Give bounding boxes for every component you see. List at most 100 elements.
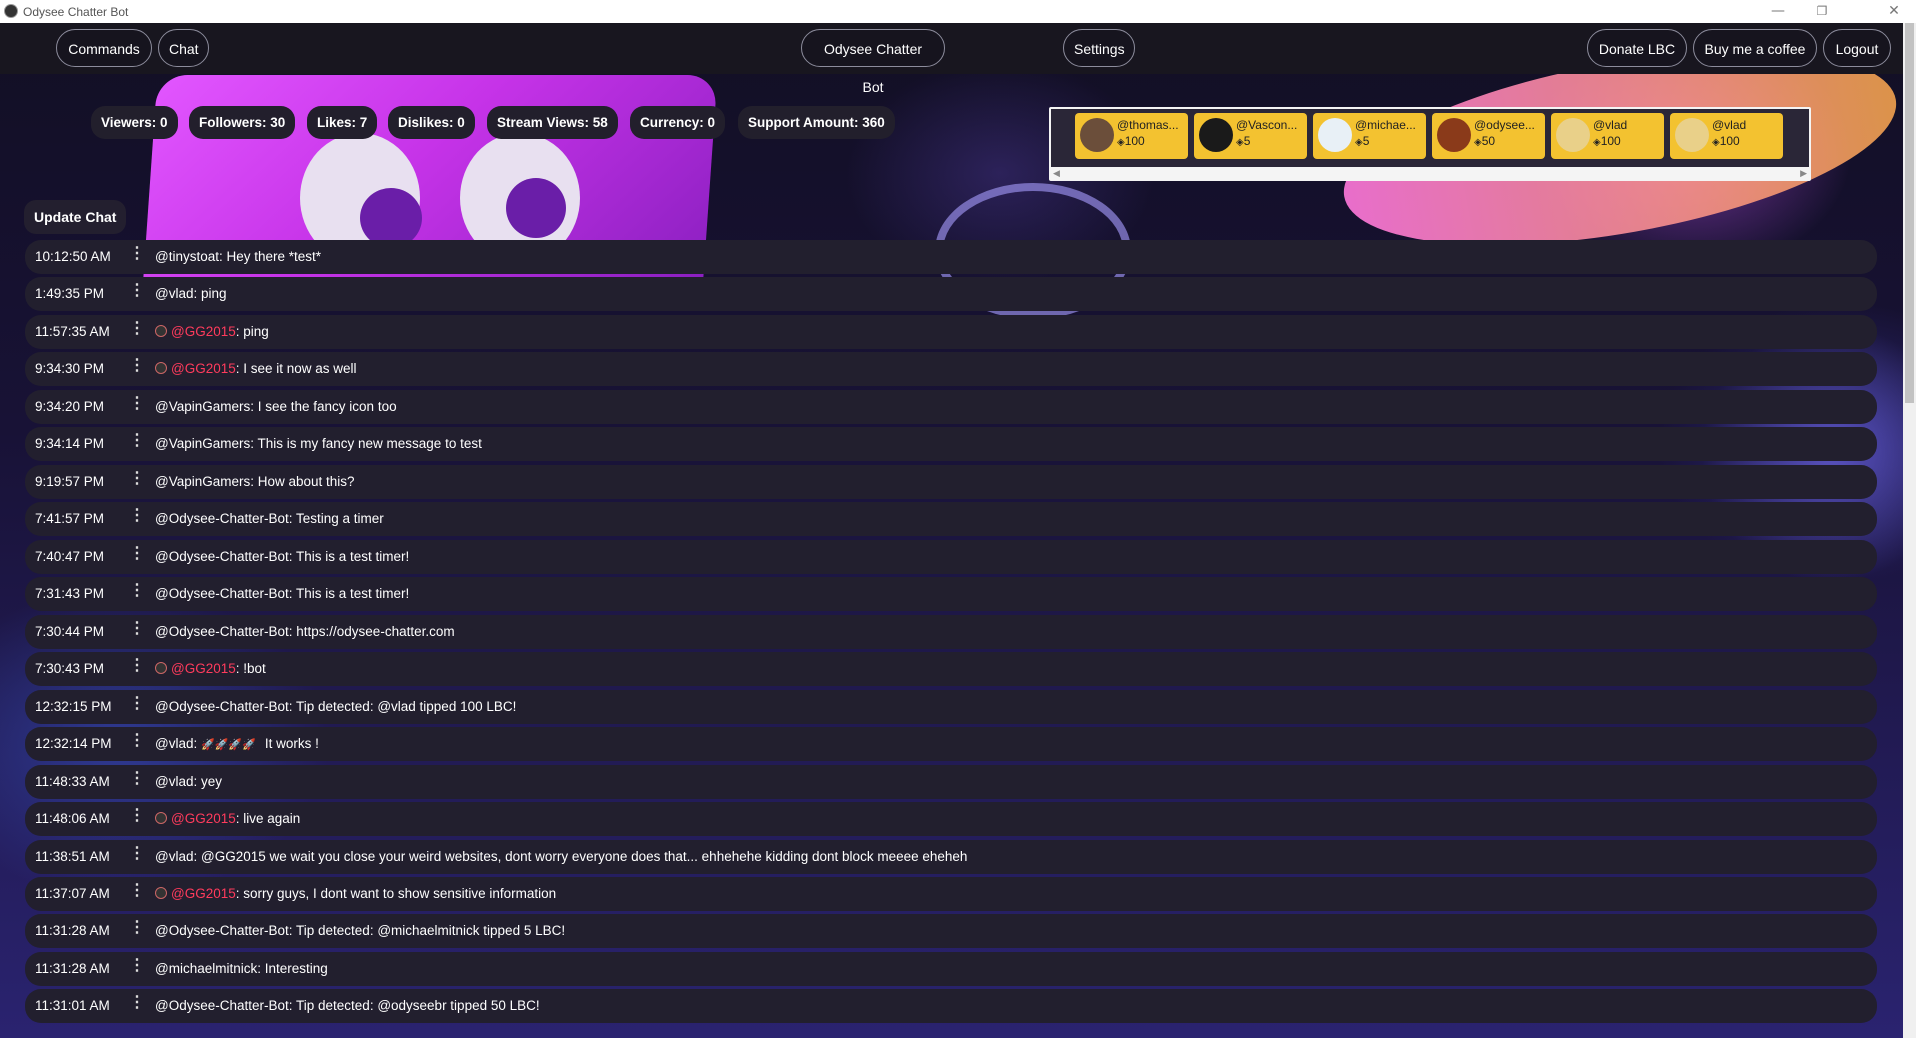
message-menu-icon[interactable]: ⋮ xyxy=(129,424,145,458)
message-menu-icon[interactable]: ⋮ xyxy=(129,612,145,646)
message-text: @vlad: ping xyxy=(155,277,227,311)
moderator-badge-icon xyxy=(155,812,167,825)
tip-card[interactable]: @Vascon... ◈5 xyxy=(1194,113,1307,159)
scroll-right-icon[interactable]: ▶ xyxy=(1800,169,1807,179)
message-menu-icon[interactable]: ⋮ xyxy=(129,574,145,608)
stat-stream-views: Stream Views: 58 xyxy=(487,106,618,139)
chat-message: 9:34:30 PM ⋮ @GG2015: I see it now as well xyxy=(25,349,1877,387)
tip-amount: ◈100 xyxy=(1712,134,1740,148)
update-chat-button[interactable]: Update Chat xyxy=(24,200,127,234)
chat-message: 7:40:47 PM ⋮ @Odysee-Chatter-Bot: This is … xyxy=(25,537,1877,574)
stat-currency: Currency: 0 xyxy=(630,106,726,139)
app-logo-icon xyxy=(4,4,18,18)
message-username[interactable]: @Odysee-Chatter-Bot xyxy=(155,586,289,601)
message-username[interactable]: @GG2015 xyxy=(171,324,236,339)
scroll-left-icon[interactable]: ◀ xyxy=(1053,169,1060,179)
minimize-button[interactable]: — xyxy=(1756,0,1800,22)
message-menu-icon[interactable]: ⋮ xyxy=(129,762,145,796)
tip-card[interactable]: @michae... ◈5 xyxy=(1313,113,1426,159)
donate-lbc-button[interactable]: Donate LBC xyxy=(1587,29,1687,67)
message-username[interactable]: @GG2015 xyxy=(171,661,236,676)
scrollbar-thumb[interactable] xyxy=(1905,23,1914,403)
message-body: : sorry guys, I dont want to show sensit… xyxy=(235,885,557,901)
moderator-badge-icon xyxy=(155,324,167,337)
avatar xyxy=(1080,118,1114,152)
logout-button[interactable]: Logout xyxy=(1823,29,1891,67)
message-menu-icon[interactable]: ⋮ xyxy=(129,537,145,571)
message-username[interactable]: @Odysee-Chatter-Bot xyxy=(155,549,289,564)
tip-card[interactable]: @vlad ◈100 xyxy=(1551,113,1664,159)
commands-button[interactable]: Commands xyxy=(56,29,152,67)
tip-card[interactable]: @odysee... ◈50 xyxy=(1432,113,1545,159)
lbc-icon: ◈ xyxy=(1474,137,1482,148)
rocket-emoji-icon: 🚀🚀🚀🚀 xyxy=(201,738,256,752)
avatar xyxy=(1318,118,1352,152)
message-menu-icon[interactable]: ⋮ xyxy=(129,837,145,871)
chat-button[interactable]: Chat xyxy=(158,29,209,67)
message-menu-icon[interactable]: ⋮ xyxy=(129,387,145,421)
message-username[interactable]: @VapinGamers xyxy=(155,474,250,489)
message-body: : https://odysee-chatter.com xyxy=(288,623,455,639)
message-username[interactable]: @GG2015 xyxy=(171,361,236,376)
message-text: @GG2015: I see it now as well xyxy=(155,352,357,386)
message-username[interactable]: @Odysee-Chatter-Bot xyxy=(155,923,289,938)
message-username[interactable]: @vlad xyxy=(155,849,193,864)
message-username[interactable]: @VapinGamers xyxy=(155,436,250,451)
settings-button[interactable]: Settings xyxy=(1063,29,1135,67)
chat-message: 11:48:06 AM ⋮ @GG2015: live again xyxy=(25,799,1877,837)
tip-card[interactable]: @vlad ◈100 xyxy=(1670,113,1783,159)
tip-card[interactable]: @thomas... ◈100 xyxy=(1075,113,1188,159)
message-body: : Tip detected: @vlad tipped 100 LBC! xyxy=(288,698,517,714)
mascot-pupil-left xyxy=(360,188,422,248)
message-time: 7:30:43 PM xyxy=(35,661,105,677)
tips-horizontal-scrollbar[interactable]: ◀ ▶ xyxy=(1051,169,1809,179)
message-time: 10:12:50 AM xyxy=(35,249,111,264)
message-body: : Hey there *test* xyxy=(218,249,322,264)
message-body: : live again xyxy=(235,811,301,827)
message-menu-icon[interactable]: ⋮ xyxy=(129,649,145,683)
stat-likes: Likes: 7 xyxy=(307,106,378,139)
message-username[interactable]: @vlad xyxy=(155,774,193,789)
message-username[interactable]: @Odysee-Chatter-Bot xyxy=(155,699,289,714)
buy-me-a-coffee-button[interactable]: Buy me a coffee xyxy=(1693,29,1817,67)
message-menu-icon[interactable]: ⋮ xyxy=(129,349,145,383)
message-username[interactable]: @michaelmitnick xyxy=(155,961,257,976)
message-text: @Odysee-Chatter-Bot: Tip detected: @odys… xyxy=(155,989,540,1023)
message-menu-icon[interactable]: ⋮ xyxy=(129,312,145,346)
maximize-button[interactable]: ❐ xyxy=(1800,0,1844,22)
message-menu-icon[interactable]: ⋮ xyxy=(129,799,145,833)
message-username[interactable]: @VapinGamers xyxy=(155,399,250,414)
message-menu-icon[interactable]: ⋮ xyxy=(129,986,145,1020)
message-username[interactable]: @tinystoat xyxy=(155,249,219,264)
message-time: 7:31:43 PM xyxy=(35,586,105,602)
message-body: : Tip detected: @michaelmitnick tipped 5… xyxy=(288,923,566,939)
message-username[interactable]: @GG2015 xyxy=(171,886,236,901)
close-window-button[interactable]: ✕ xyxy=(1872,0,1916,22)
message-menu-icon[interactable]: ⋮ xyxy=(129,499,145,533)
message-menu-icon[interactable]: ⋮ xyxy=(129,274,145,308)
chat-message: 9:34:14 PM ⋮ @VapinGamers: This is my fanc… xyxy=(25,424,1877,462)
message-menu-icon[interactable]: ⋮ xyxy=(129,462,145,496)
chat-message: 9:19:57 PM ⋮ @VapinGamers: How about this? xyxy=(25,462,1877,499)
message-menu-icon[interactable]: ⋮ xyxy=(129,949,145,983)
message-username[interactable]: @Odysee-Chatter-Bot xyxy=(155,624,289,639)
vertical-scrollbar[interactable] xyxy=(1903,23,1916,1038)
chat-list: 10:12:50 AM ⋮ @tinystoat: Hey there *test*… xyxy=(25,240,1877,1027)
message-username[interactable]: @Odysee-Chatter-Bot xyxy=(155,998,289,1013)
message-username[interactable]: @Odysee-Chatter-Bot xyxy=(155,511,289,526)
avatar xyxy=(1199,118,1233,152)
message-time: 11:37:07 AM xyxy=(35,885,110,901)
message-username[interactable]: @vlad xyxy=(155,736,193,751)
message-menu-icon[interactable]: ⋮ xyxy=(129,874,145,908)
message-menu-icon[interactable]: ⋮ xyxy=(129,237,145,271)
tips-strip: @thomas... ◈100 @Vascon... ◈5 @michae...… xyxy=(1049,107,1811,181)
message-username[interactable]: @GG2015 xyxy=(171,811,236,826)
chat-message: 11:31:28 AM ⋮ @michaelmitnick: Interesting xyxy=(25,949,1877,986)
brand-button[interactable]: Odysee Chatter Bot xyxy=(801,29,945,95)
message-menu-icon[interactable]: ⋮ xyxy=(129,911,145,945)
message-username[interactable]: @vlad xyxy=(155,286,193,301)
message-menu-icon[interactable]: ⋮ xyxy=(129,724,145,758)
message-time: 7:41:57 PM xyxy=(35,511,105,527)
tip-user: @thomas... xyxy=(1117,118,1179,132)
message-menu-icon[interactable]: ⋮ xyxy=(129,687,145,721)
